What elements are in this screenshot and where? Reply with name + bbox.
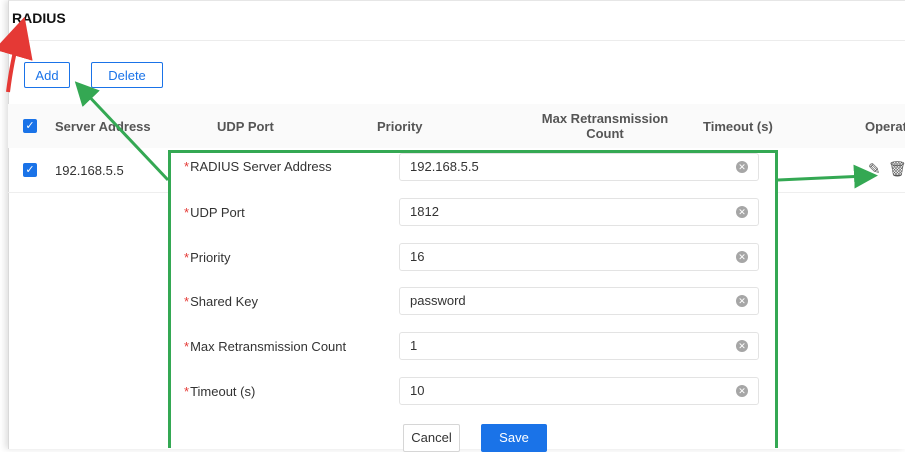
timeout-input[interactable]: 10 ✕ [399, 377, 759, 405]
required-mark: * [184, 250, 190, 265]
header-operation: Operat [865, 118, 905, 134]
header-max-retransmission: Max Retransmission Count [530, 104, 680, 148]
header-max-retransmission-line1: Max Retransmission [541, 111, 669, 126]
label-radius-server-address: *RADIUS Server Address [184, 159, 332, 174]
table-header: ✓ Server Address UDP Port Priority Max R… [8, 104, 905, 148]
max-retransmission-count-input[interactable]: 1 ✕ [399, 332, 759, 360]
label-max-retransmission-count: *Max Retransmission Count [184, 339, 347, 354]
row-checkbox[interactable]: ✓ [23, 163, 37, 177]
trash-icon[interactable]: 🗑 [888, 160, 905, 178]
required-mark: * [184, 339, 190, 354]
delete-button[interactable]: Delete [91, 62, 163, 88]
label-timeout: *Timeout (s) [184, 384, 256, 399]
priority-input[interactable]: 16 ✕ [399, 243, 759, 271]
required-mark: * [184, 159, 190, 174]
header-server-address: Server Address [55, 118, 151, 134]
header-max-retransmission-line2: Count [586, 126, 624, 141]
clear-icon[interactable]: ✕ [736, 340, 748, 352]
required-mark: * [184, 294, 190, 309]
radius-edit-dialog: *RADIUS Server Address 192.168.5.5 ✕ *UDP… [168, 150, 778, 452]
label-udp-port: *UDP Port [184, 205, 245, 220]
clear-icon[interactable]: ✕ [736, 385, 748, 397]
edit-icon[interactable]: ✎ [868, 160, 881, 178]
header-timeout: Timeout (s) [703, 118, 773, 134]
radius-server-address-input[interactable]: 192.168.5.5 ✕ [399, 153, 759, 181]
udp-port-input[interactable]: 1812 ✕ [399, 198, 759, 226]
row-server-address: 192.168.5.5 [55, 162, 124, 178]
clear-icon[interactable]: ✕ [736, 206, 748, 218]
add-button[interactable]: Add [24, 62, 70, 88]
label-shared-key: *Shared Key [184, 294, 258, 309]
label-priority: *Priority [184, 250, 231, 265]
clear-icon[interactable]: ✕ [736, 161, 748, 173]
title-divider [8, 40, 905, 41]
page-title: RADIUS [12, 10, 66, 26]
shared-key-input[interactable]: password ✕ [399, 287, 759, 315]
select-all-checkbox[interactable]: ✓ [23, 119, 37, 133]
header-udp-port: UDP Port [217, 118, 274, 134]
required-mark: * [184, 205, 190, 220]
required-mark: * [184, 384, 190, 399]
clear-icon[interactable]: ✕ [736, 295, 748, 307]
header-priority: Priority [377, 118, 423, 134]
clear-icon[interactable]: ✕ [736, 251, 748, 263]
